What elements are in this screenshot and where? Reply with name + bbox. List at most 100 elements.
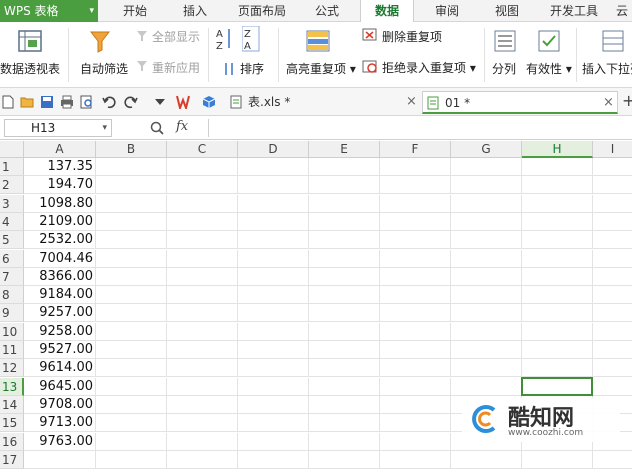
cell-c1[interactable] [167,158,238,176]
highlight-duplicates-button[interactable]: 高亮重复项 ▾ [286,60,356,77]
cell-e4[interactable] [309,212,380,231]
cell-f1[interactable] [380,158,451,176]
formula-input[interactable] [208,119,632,137]
cell-b5[interactable] [96,231,167,250]
cell-c14[interactable] [167,395,238,414]
row-header-14[interactable]: 14 [0,395,24,414]
cell-b10[interactable] [96,322,167,341]
cell-f7[interactable] [380,267,451,286]
cell-d3[interactable] [238,194,309,213]
cell-c13[interactable] [167,377,238,396]
new-file-icon[interactable] [2,95,16,109]
cell-i11[interactable] [593,341,632,359]
cell-e3[interactable] [309,194,380,213]
column-header-h[interactable]: H [522,141,593,158]
cell-e16[interactable] [309,432,380,451]
print-preview-icon[interactable] [80,95,94,109]
cell-i2[interactable] [593,176,632,195]
cell-b13[interactable] [96,377,167,396]
highlight-duplicates-icon[interactable] [306,30,330,52]
cell-h4[interactable] [522,212,593,231]
name-box[interactable]: H13 ▾ [4,119,112,137]
cell-e14[interactable] [309,395,380,414]
cell-i3[interactable] [593,195,632,213]
cell-a10[interactable]: 9258.00 [24,322,96,341]
cell-i10[interactable] [593,323,632,341]
cell-i9[interactable] [593,304,632,323]
close-icon[interactable]: × [406,91,417,113]
cell-c7[interactable] [167,267,238,286]
cell-h7[interactable] [522,267,593,286]
cell-a11[interactable]: 9527.00 [24,341,96,359]
cell-h5[interactable] [522,231,593,250]
row-header-5[interactable]: 5 [0,231,24,250]
split-column-button[interactable]: 分列 [492,60,516,77]
row-header-3[interactable]: 3 [0,194,24,213]
cell-d15[interactable] [238,414,309,433]
row-header-10[interactable]: 10 [0,322,24,341]
row-header-6[interactable]: 6 [0,249,24,268]
cell-c5[interactable] [167,231,238,250]
cell-h2[interactable] [522,176,593,195]
cell-f17[interactable] [380,450,451,469]
cell-c10[interactable] [167,322,238,341]
toolbar-more-icon[interactable] [154,98,168,112]
menu-formula[interactable]: 公式 [304,0,350,22]
cell-e13[interactable] [309,377,380,396]
cell-i5[interactable] [593,231,632,250]
cell-g5[interactable] [451,231,522,250]
doc-tab-1[interactable]: 表.xls * × [226,91,420,114]
menu-view[interactable]: 视图 [484,0,530,22]
cell-d1[interactable] [238,158,309,176]
cell-e5[interactable] [309,231,380,250]
cell-c11[interactable] [167,341,238,359]
cell-g11[interactable] [451,341,522,359]
insert-dropdown-icon[interactable] [602,30,624,52]
cell-g10[interactable] [451,322,522,341]
cell-e9[interactable] [309,304,380,323]
cell-f13[interactable] [380,377,451,396]
insert-dropdown-button[interactable]: 插入下拉列 [582,60,632,77]
cell-e12[interactable] [309,359,380,378]
split-column-icon[interactable] [494,30,516,52]
cell-e8[interactable] [309,286,380,305]
cell-d13[interactable] [238,377,309,396]
cell-d5[interactable] [238,231,309,250]
cell-h3[interactable] [522,194,593,213]
cell-a14[interactable]: 9708.00 [24,395,96,414]
cell-g1[interactable] [451,158,522,176]
cell-b2[interactable] [96,176,167,195]
menu-insert[interactable]: 插入 [172,0,218,22]
cell-c12[interactable] [167,359,238,378]
cell-c4[interactable] [167,212,238,231]
cell-b3[interactable] [96,194,167,213]
cube-icon[interactable] [202,95,216,109]
cell-d4[interactable] [238,212,309,231]
cell-f15[interactable] [380,414,451,433]
menu-home[interactable]: 开始 [112,0,158,22]
cell-i6[interactable] [593,250,632,268]
cell-c15[interactable] [167,414,238,433]
cell-f4[interactable] [380,212,451,231]
cell-i1[interactable] [593,158,632,176]
cell-h12[interactable] [522,359,593,378]
active-cell-indicator[interactable] [521,376,593,396]
cell-a17[interactable] [24,450,96,469]
cell-a7[interactable]: 8366.00 [24,267,96,286]
cell-a4[interactable]: 2109.00 [24,212,96,231]
cell-g13[interactable] [451,377,522,396]
cell-d8[interactable] [238,286,309,305]
menu-review[interactable]: 审阅 [424,0,470,22]
row-header-16[interactable]: 16 [0,432,24,451]
row-header-11[interactable]: 11 [0,341,24,359]
close-icon[interactable]: × [603,92,614,114]
cell-f10[interactable] [380,322,451,341]
cell-g12[interactable] [451,359,522,378]
reapply-button[interactable]: 重新应用 [152,59,200,76]
cell-g4[interactable] [451,212,522,231]
menu-data[interactable]: 数据 [360,0,414,22]
doc-tab-2[interactable]: 01 * × [422,91,618,114]
cell-d2[interactable] [238,176,309,195]
row-header-15[interactable]: 15 [0,414,24,433]
show-all-button[interactable]: 全部显示 [152,28,200,45]
